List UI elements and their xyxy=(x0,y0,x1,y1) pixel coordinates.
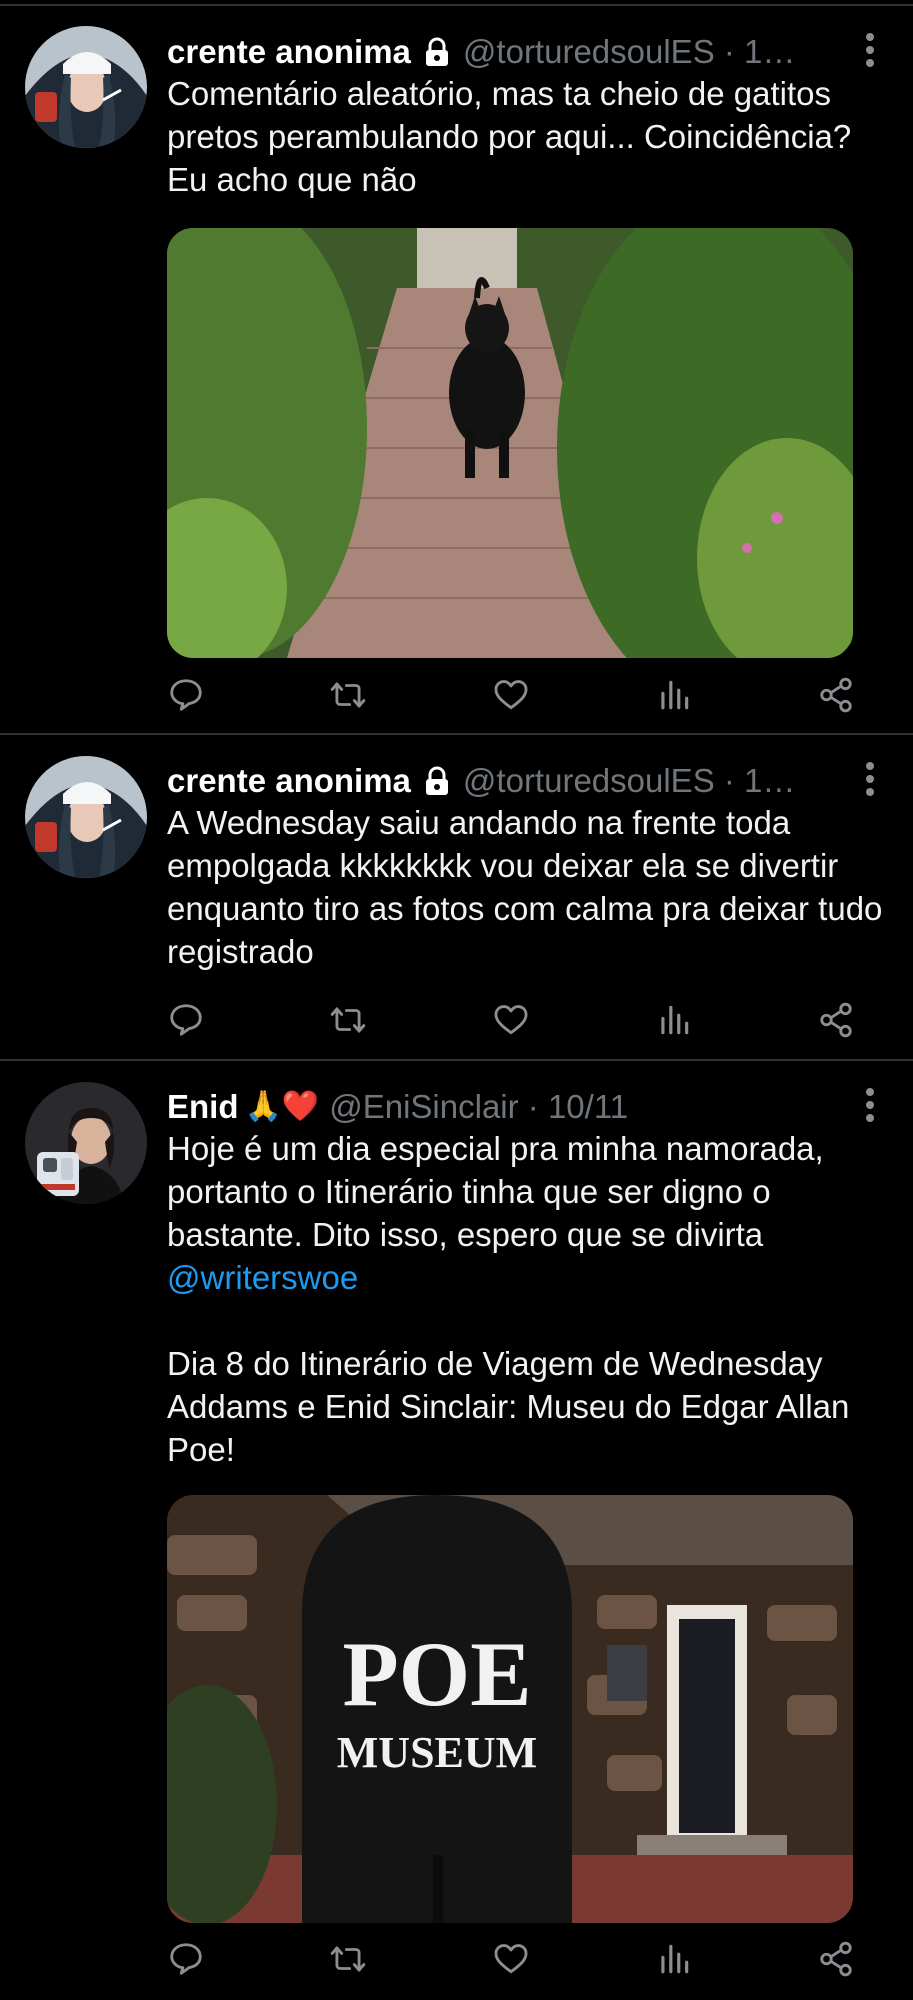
retweet-icon[interactable] xyxy=(329,676,369,716)
tweet-2[interactable]: crente anonima @torturedsoulES · 1… A We… xyxy=(0,735,913,1060)
tweet-text-part: Hoje é um dia especial pra minha namorad… xyxy=(167,1130,833,1253)
mention-link[interactable]: @writerswoe xyxy=(167,1259,358,1296)
tweet-text: Comentário aleatório, mas ta cheio de ga… xyxy=(167,75,861,198)
like-icon[interactable] xyxy=(492,1940,532,1980)
tweet-3[interactable]: Enid 🙏❤️ @EniSinclair · 10/11 Hoje é um … xyxy=(0,1061,913,2000)
handle-time: @torturedsoulES · 1… xyxy=(462,762,796,799)
tweet-text: A Wednesday saiu andando na frente toda … xyxy=(167,804,892,970)
share-icon[interactable] xyxy=(817,1940,857,1980)
retweet-icon[interactable] xyxy=(329,1940,369,1980)
tweet-image[interactable]: POE MUSEUM xyxy=(167,1495,853,1923)
avatar[interactable] xyxy=(25,756,147,878)
tweet-image[interactable] xyxy=(167,228,853,658)
avatar[interactable] xyxy=(25,26,147,148)
retweet-icon[interactable] xyxy=(329,1001,369,1041)
share-icon[interactable] xyxy=(817,1001,857,1041)
tweet-text: Hoje é um dia especial pra minha namorad… xyxy=(167,1127,887,1471)
tweet-header: crente anonima @torturedsoulES · 1… xyxy=(167,761,853,801)
more-icon[interactable] xyxy=(865,1088,875,1122)
avatar[interactable] xyxy=(25,1082,147,1204)
analytics-icon[interactable] xyxy=(655,1001,695,1041)
lock-icon xyxy=(421,36,453,68)
tweet-actions xyxy=(167,676,867,716)
tweet-header: crente anonima @torturedsoulES · 1… xyxy=(167,32,853,72)
reply-icon[interactable] xyxy=(167,1940,207,1980)
tweet-text-part: Dia 8 do Itinerário de Viagem de Wednesd… xyxy=(167,1345,850,1468)
reply-icon[interactable] xyxy=(167,1001,207,1041)
tweet-1[interactable]: crente anonima @torturedsoulES · 1… Come… xyxy=(0,0,913,735)
poe-sign-line2: MUSEUM xyxy=(337,1728,537,1777)
analytics-icon[interactable] xyxy=(655,676,695,716)
more-icon[interactable] xyxy=(865,33,875,67)
analytics-icon[interactable] xyxy=(655,1940,695,1980)
tweet-actions xyxy=(167,1940,867,1980)
more-icon[interactable] xyxy=(865,762,875,796)
handle-time: @torturedsoulES · 1… xyxy=(462,33,796,70)
like-icon[interactable] xyxy=(492,676,532,716)
lock-icon xyxy=(421,765,453,797)
poe-sign-line1: POE xyxy=(342,1623,531,1725)
author-name[interactable]: Enid xyxy=(167,1087,239,1127)
tweet-header: Enid 🙏❤️ @EniSinclair · 10/11 xyxy=(167,1087,853,1127)
reply-icon[interactable] xyxy=(167,676,207,716)
author-emoji: 🙏❤️ xyxy=(244,1090,320,1123)
tweet-actions xyxy=(167,1001,867,1041)
share-icon[interactable] xyxy=(817,676,857,716)
author-name[interactable]: crente anonima xyxy=(167,32,411,72)
like-icon[interactable] xyxy=(492,1001,532,1041)
author-name[interactable]: crente anonima xyxy=(167,761,411,801)
handle-time: @EniSinclair · 10/11 xyxy=(329,1088,629,1125)
